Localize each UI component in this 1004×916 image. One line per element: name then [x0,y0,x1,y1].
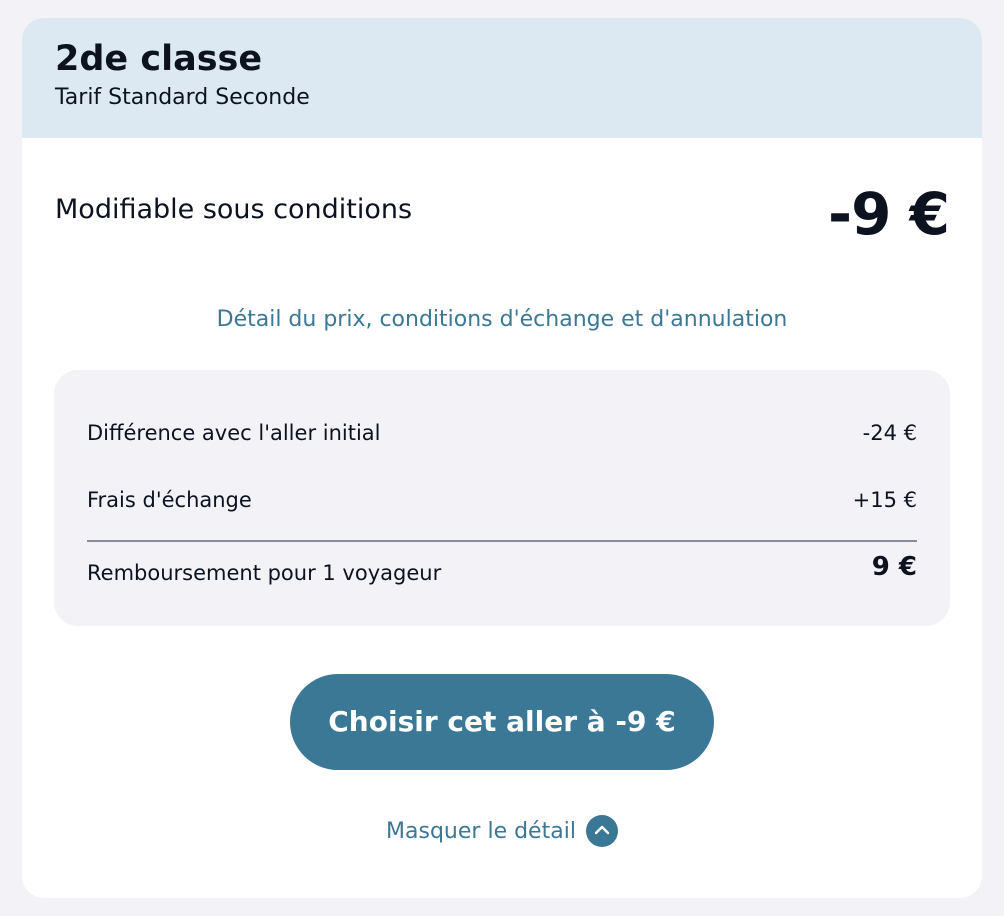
tariff-name: Tarif Standard Seconde [55,85,310,110]
exchange-condition: Modifiable sous conditions [55,194,413,225]
chevron-up-icon [585,815,618,847]
breakdown-amount: -24 € [862,421,917,445]
breakdown-label: Différence avec l'aller initial [87,421,381,445]
hide-detail-label: Masquer le détail [386,819,576,844]
fare-card-header: 2de classe Tarif Standard Seconde [22,18,982,138]
hide-detail-toggle[interactable]: Masquer le détail [22,815,982,848]
choose-outbound-button[interactable]: Choisir cet aller à -9 € [290,674,714,770]
price-difference: -9 € [828,180,950,248]
price-row: Modifiable sous conditions -9 € [55,182,950,246]
breakdown-divider [87,540,917,542]
class-title: 2de classe [55,39,263,79]
price-breakdown: Différence avec l'aller initial -24 € Fr… [54,370,950,626]
refund-total-label: Remboursement pour 1 voyageur [87,561,442,585]
price-conditions-link[interactable]: Détail du prix, conditions d'échange et … [22,305,982,335]
breakdown-label: Frais d'échange [87,488,252,512]
breakdown-amount: +15 € [852,488,917,512]
fare-card: 2de classe Tarif Standard Seconde Modifi… [22,18,982,898]
refund-total-amount: 9 € [871,552,917,582]
